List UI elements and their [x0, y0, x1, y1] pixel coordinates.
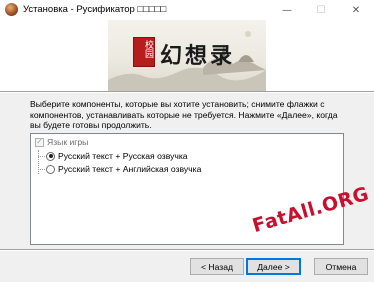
next-button[interactable]: Далее > — [246, 258, 301, 275]
title-bar: Установка - Русификатор □□□□□ — ☐ ✕ — [0, 0, 374, 20]
minimize-button[interactable]: — — [272, 0, 302, 20]
close-button[interactable]: ✕ — [341, 0, 371, 20]
setup-app-icon — [5, 3, 18, 16]
tree-connector — [38, 156, 45, 157]
radio-unselected-icon[interactable] — [46, 164, 55, 174]
component-option-label: Русский текст + Английская озвучка — [58, 164, 202, 174]
component-option-label: Русский текст + Русская озвучка — [58, 151, 188, 161]
window-title: Установка - Русификатор □□□□□ — [23, 4, 167, 15]
radio-selected-icon[interactable] — [46, 151, 55, 161]
tree-connector — [38, 150, 39, 174]
calligraphy-title: 幻想录 — [160, 43, 236, 69]
footer-divider-highlight — [0, 250, 374, 251]
tree-connector — [38, 169, 45, 170]
banner-image: 校园 幻想录 — [108, 20, 266, 91]
wizard-banner: 校园 幻想录 — [0, 20, 374, 91]
components-list[interactable]: ✓ Язык игры Русский текст + Русская озву… — [30, 133, 344, 245]
instructions-text: Выберите компоненты, которые вы хотите у… — [30, 99, 338, 130]
component-group-game-language[interactable]: ✓ Язык игры — [35, 137, 88, 147]
component-option-russian-voice[interactable]: Русский текст + Русская озвучка — [46, 151, 188, 161]
banner-divider-highlight — [0, 92, 374, 93]
checked-checkbox-icon[interactable]: ✓ — [35, 137, 44, 147]
back-button[interactable]: < Назад — [190, 258, 244, 275]
red-seal-stamp: 校园 — [133, 37, 155, 67]
component-option-english-voice[interactable]: Русский текст + Английская озвучка — [46, 164, 201, 174]
component-group-label: Язык игры — [47, 137, 89, 147]
seal-text: 校园 — [143, 40, 153, 58]
maximize-button[interactable]: ☐ — [306, 0, 336, 20]
cancel-button[interactable]: Отмена — [314, 258, 368, 275]
